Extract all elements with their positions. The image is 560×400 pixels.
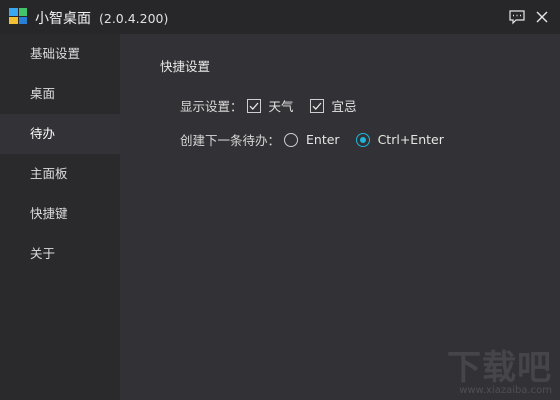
create-todo-label: 创建下一条待办： — [180, 133, 281, 148]
display-settings-label: 显示设置： — [180, 99, 243, 114]
radio-selected-dot — [359, 136, 366, 143]
weather-label[interactable]: 天气 — [269, 96, 294, 115]
watermark-url: www.xiazaiba.com — [459, 385, 552, 396]
sidebar-item-todo[interactable]: 待办 — [0, 114, 120, 154]
chat-bubble-icon — [509, 10, 525, 25]
watermark-logo: 下载吧 — [447, 348, 552, 388]
feedback-button[interactable] — [507, 7, 527, 27]
auspicious-label[interactable]: 宜忌 — [332, 96, 357, 115]
enter-radio[interactable] — [284, 132, 299, 147]
weather-checkbox[interactable] — [246, 98, 261, 113]
close-button[interactable] — [532, 7, 552, 27]
sidebar-item-shortcuts[interactable]: 快捷键 — [0, 194, 120, 234]
app-version: (2.0.4.200) — [99, 11, 169, 26]
watermark: 下载吧 www.xiazaiba.com — [422, 340, 552, 396]
enter-label[interactable]: Enter — [306, 132, 340, 147]
ctrl-enter-label[interactable]: Ctrl+Enter — [378, 132, 444, 147]
ctrl-enter-radio[interactable] — [355, 132, 370, 147]
display-settings-row: 显示设置： 天气 宜忌 — [180, 96, 369, 115]
sidebar-item-basic-settings[interactable]: 基础设置 — [0, 34, 120, 74]
sidebar-item-desktop[interactable]: 桌面 — [0, 74, 120, 114]
close-icon — [536, 11, 548, 23]
sidebar-item-main-panel[interactable]: 主面板 — [0, 154, 120, 194]
create-todo-row: 创建下一条待办： Enter Ctrl+Enter — [180, 130, 456, 149]
title-bar: 小智桌面 (2.0.4.200) — [0, 0, 560, 34]
auspicious-checkbox[interactable] — [309, 98, 324, 113]
section-title: 快捷设置 — [160, 59, 211, 74]
app-name: 小智桌面 — [35, 11, 91, 27]
checkmark-icon — [249, 102, 259, 110]
sidebar: 基础设置 桌面 待办 主面板 快捷键 关于 — [0, 34, 120, 400]
sidebar-item-about[interactable]: 关于 — [0, 234, 120, 274]
checkmark-icon — [312, 102, 322, 110]
app-title: 小智桌面 (2.0.4.200) — [35, 8, 168, 28]
app-logo-icon — [9, 8, 27, 24]
